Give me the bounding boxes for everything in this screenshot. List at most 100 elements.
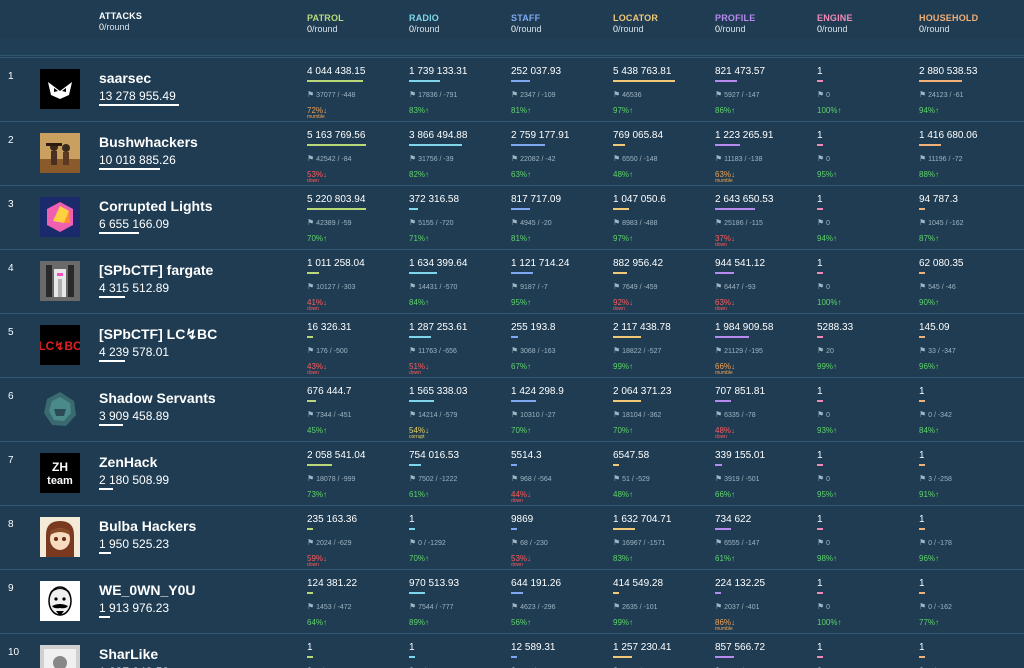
service-cell-staff[interactable]: 12 589.31⚑ 224 / -220	[511, 642, 607, 668]
service-cell-profile[interactable]: 857 566.72⚑ 8141 / -244	[715, 642, 811, 668]
service-cell-patrol[interactable]: 1 011 258.04 ⚑ 10127 / -303 41%↓ down	[307, 258, 403, 314]
service-flags: ⚑ 2037 / -401	[715, 602, 760, 611]
team-name[interactable]: ZenHack	[99, 454, 157, 470]
service-cell-household[interactable]: 1 ⚑ 3 / -258 91%↑	[919, 450, 1015, 506]
service-cell-household[interactable]: 62 080.35 ⚑ 545 / -46 90%↑	[919, 258, 1015, 314]
service-cell-staff[interactable]: 817 717.09 ⚑ 4945 / -20 81%↑	[511, 194, 607, 250]
service-cell-profile[interactable]: 224 132.25 ⚑ 2037 / -401 86%↓ mumble	[715, 578, 811, 634]
service-cell-radio[interactable]: 1⚑ 0 / -1096	[409, 642, 505, 668]
service-cell-patrol[interactable]: 235 163.36 ⚑ 2024 / -629 59%↓ down	[307, 514, 403, 570]
service-cell-locator[interactable]: 1 257 230.41⚑ 9089 / -32	[613, 642, 709, 668]
service-cell-profile[interactable]: 821 473.57 ⚑ 5927 / -147 86%↑	[715, 66, 811, 122]
service-sla-value: 95%	[817, 170, 834, 179]
service-cell-profile[interactable]: 1 984 909.58 ⚑ 21129 / -195 66%↓ mumble	[715, 322, 811, 378]
service-cell-radio[interactable]: 3 866 494.88 ⚑ 31756 / -39 82%↑	[409, 130, 505, 186]
team-name[interactable]: Bulba Hackers	[99, 518, 196, 534]
service-cell-locator[interactable]: 5 438 763.81 ⚑ 46536 97%↑	[613, 66, 709, 122]
team-name[interactable]: Shadow Servants	[99, 390, 216, 406]
service-cell-engine[interactable]: 1 ⚑ 0 100%↑	[817, 258, 913, 314]
service-cell-patrol[interactable]: 124 381.22 ⚑ 1453 / -472 64%↑	[307, 578, 403, 634]
service-cell-engine[interactable]: 1 ⚑ 0 95%↑	[817, 450, 913, 506]
service-cell-engine[interactable]: 1 ⚑ 0 100%↑	[817, 578, 913, 634]
service-cell-household[interactable]: 2 880 538.53 ⚑ 24123 / -61 94%↑	[919, 66, 1015, 122]
service-cell-staff[interactable]: 644 191.26 ⚑ 4623 / -296 56%↑	[511, 578, 607, 634]
service-cell-locator[interactable]: 2 064 371.23 ⚑ 18104 / -362 70%↑	[613, 386, 709, 442]
service-cell-patrol[interactable]: 5 163 769.56 ⚑ 42542 / -84 53%↓ down	[307, 130, 403, 186]
flag-icon: ⚑	[511, 602, 519, 611]
service-cell-profile[interactable]: 944 541.12 ⚑ 6447 / -93 63%↓ down	[715, 258, 811, 314]
service-cell-profile[interactable]: 707 851.81 ⚑ 6335 / -78 48%↓ down	[715, 386, 811, 442]
service-cell-locator[interactable]: 2 117 438.78 ⚑ 18822 / -527 99%↑	[613, 322, 709, 378]
service-cell-staff[interactable]: 9869 ⚑ 68 / -230 53%↓ down	[511, 514, 607, 570]
service-cell-engine[interactable]: 1⚑ 0	[817, 642, 913, 668]
service-cell-radio[interactable]: 754 016.53 ⚑ 7502 / -1222 61%↑	[409, 450, 505, 506]
service-cell-household[interactable]: 94 787.3 ⚑ 1045 / -162 87%↑	[919, 194, 1015, 250]
service-flags-value: 3 / -258	[928, 476, 952, 483]
team-name[interactable]: saarsec	[99, 70, 151, 86]
service-cell-staff[interactable]: 5514.3 ⚑ 968 / -564 44%↓ down	[511, 450, 607, 506]
service-cell-patrol[interactable]: 5 220 803.94 ⚑ 42389 / -59 70%↑	[307, 194, 403, 250]
service-cell-household[interactable]: 145.09 ⚑ 33 / -347 96%↑	[919, 322, 1015, 378]
service-cell-household[interactable]: 1 416 680.06 ⚑ 11196 / -72 88%↑	[919, 130, 1015, 186]
service-cell-household[interactable]: 1 ⚑ 0 / -342 84%↑	[919, 386, 1015, 442]
service-sla-value: 93%	[817, 426, 834, 435]
status-arrow-icon: ↑	[833, 170, 838, 179]
service-cell-radio[interactable]: 1 565 338.03 ⚑ 14214 / -579 54%↓ corrupt	[409, 386, 505, 442]
team-name[interactable]: Corrupted Lights	[99, 198, 213, 214]
service-sla-value: 99%	[817, 362, 834, 371]
service-cell-staff[interactable]: 252 037.93 ⚑ 2347 / -109 81%↑	[511, 66, 607, 122]
service-cell-radio[interactable]: 970 513.93 ⚑ 7544 / -777 89%↑	[409, 578, 505, 634]
service-cell-radio[interactable]: 1 739 133.31 ⚑ 17836 / -791 83%↑	[409, 66, 505, 122]
service-cell-patrol[interactable]: 4 044 438.15 ⚑ 37077 / -448 72%↓ mumble	[307, 66, 403, 122]
service-cell-household[interactable]: 1 ⚑ 0 / -162 77%↑	[919, 578, 1015, 634]
service-cell-household[interactable]: 1⚑ 0 / -254	[919, 642, 1015, 668]
service-cell-profile[interactable]: 1 223 265.91 ⚑ 11183 / -138 63%↓ mumble	[715, 130, 811, 186]
service-cell-radio[interactable]: 1 287 253.61 ⚑ 11763 / -656 51%↓ down	[409, 322, 505, 378]
service-cell-engine[interactable]: 1 ⚑ 0 100%↑	[817, 66, 913, 122]
service-cell-locator[interactable]: 414 549.28 ⚑ 2635 / -101 99%↑	[613, 578, 709, 634]
service-points-bar	[409, 528, 415, 530]
service-cell-locator[interactable]: 6547.58 ⚑ 51 / -529 48%↑	[613, 450, 709, 506]
service-cell-profile[interactable]: 734 622 ⚑ 6555 / -147 61%↑	[715, 514, 811, 570]
service-cell-engine[interactable]: 5288.33 ⚑ 20 99%↑	[817, 322, 913, 378]
service-cell-household[interactable]: 1 ⚑ 0 / -178 96%↑	[919, 514, 1015, 570]
service-cell-engine[interactable]: 1 ⚑ 0 95%↑	[817, 130, 913, 186]
service-sla-value: 86%	[715, 106, 732, 115]
service-flags-value: 2635 / -101	[622, 604, 658, 611]
service-sla: 86%↑	[715, 106, 735, 115]
service-cell-staff[interactable]: 2 759 177.91 ⚑ 22082 / -42 63%↑	[511, 130, 607, 186]
service-sla: 91%↑	[919, 490, 939, 499]
service-cell-patrol[interactable]: 676 444.7 ⚑ 7344 / -451 45%↑	[307, 386, 403, 442]
service-cell-engine[interactable]: 1 ⚑ 0 93%↑	[817, 386, 913, 442]
service-cell-patrol[interactable]: 2 058 541.04 ⚑ 18078 / -999 73%↑	[307, 450, 403, 506]
service-points: 2 064 371.23	[613, 386, 672, 397]
flag-icon: ⚑	[307, 218, 315, 227]
team-name[interactable]: SharLike	[99, 646, 158, 662]
service-cell-profile[interactable]: 339 155.01 ⚑ 3919 / -501 66%↑	[715, 450, 811, 506]
service-flags: ⚑ 33 / -347	[919, 346, 956, 355]
status-arrow-icon: ↑	[629, 426, 634, 435]
service-cell-radio[interactable]: 1 634 399.64 ⚑ 14431 / -570 84%↑	[409, 258, 505, 314]
service-cell-engine[interactable]: 1 ⚑ 0 94%↑	[817, 194, 913, 250]
service-flags-value: 0	[826, 156, 831, 163]
service-cell-engine[interactable]: 1 ⚑ 0 98%↑	[817, 514, 913, 570]
service-cell-staff[interactable]: 1 424 298.9 ⚑ 10310 / -27 70%↑	[511, 386, 607, 442]
team-name[interactable]: WE_0WN_Y0U	[99, 582, 195, 598]
team-name[interactable]: Bushwhackers	[99, 134, 198, 150]
service-cell-profile[interactable]: 2 643 650.53 ⚑ 25186 / -115 37%↓ down	[715, 194, 811, 250]
flag-icon: ⚑	[817, 410, 825, 419]
service-cell-staff[interactable]: 1 121 714.24 ⚑ 9187 / -7 95%↑	[511, 258, 607, 314]
service-cell-radio[interactable]: 372 316.58 ⚑ 5155 / -720 71%↑	[409, 194, 505, 250]
service-sla: 95%↑	[511, 298, 531, 307]
service-cell-locator[interactable]: 1 047 050.6 ⚑ 8983 / -488 97%↑	[613, 194, 709, 250]
service-cell-patrol[interactable]: 1⚑ 0 / -1315	[307, 642, 403, 668]
team-name[interactable]: [SPbCTF] fargate	[99, 262, 213, 278]
service-cell-locator[interactable]: 769 065.84 ⚑ 6550 / -148 48%↑	[613, 130, 709, 186]
service-cell-locator[interactable]: 882 956.42 ⚑ 7649 / -459 92%↓ down	[613, 258, 709, 314]
service-cell-staff[interactable]: 255 193.8 ⚑ 3068 / -163 67%↑	[511, 322, 607, 378]
team-name[interactable]: [SPbCTF] LC↯BC	[99, 326, 217, 343]
service-cell-patrol[interactable]: 16 326.31 ⚑ 176 / -500 43%↓ down	[307, 322, 403, 378]
service-cell-locator[interactable]: 1 632 704.71 ⚑ 16967 / -1571 83%↑	[613, 514, 709, 570]
service-cell-radio[interactable]: 1 ⚑ 0 / -1292 70%↑	[409, 514, 505, 570]
flag-icon: ⚑	[817, 538, 825, 547]
